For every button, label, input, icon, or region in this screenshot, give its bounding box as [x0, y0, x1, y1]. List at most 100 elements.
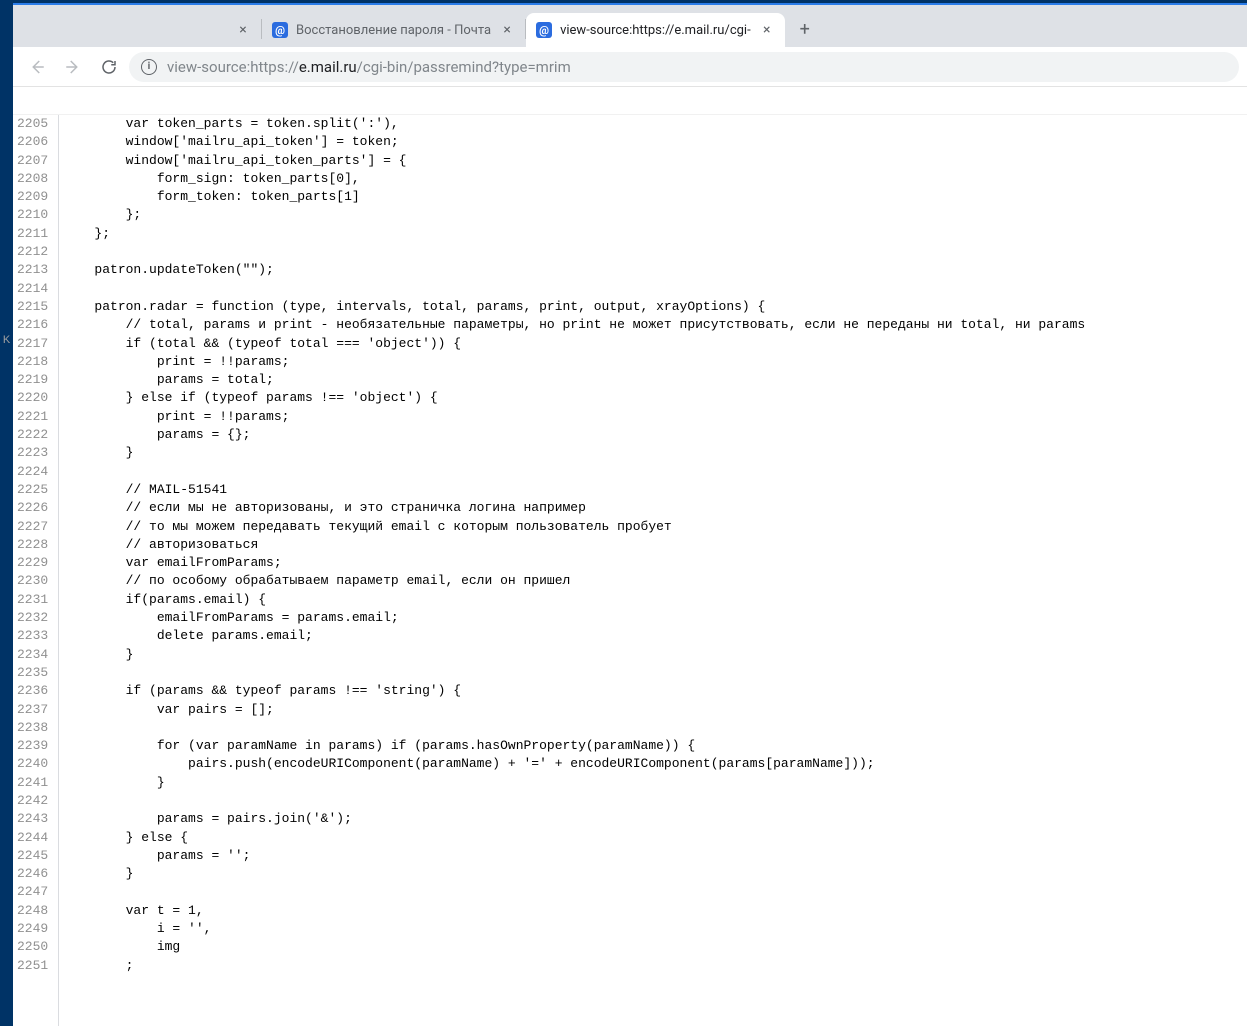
code-line: } else if (typeof params !== 'object') {: [63, 389, 1085, 407]
line-number: 2222: [13, 426, 52, 444]
line-number: 2218: [13, 353, 52, 371]
code-line: window['mailru_api_token_parts'] = {: [63, 152, 1085, 170]
line-number: 2219: [13, 371, 52, 389]
line-number: 2216: [13, 316, 52, 334]
line-number: 2241: [13, 774, 52, 792]
tab-strip: × @ Восстановление пароля - Почта × @ vi…: [13, 5, 1247, 47]
line-number: 2243: [13, 810, 52, 828]
code-line: form_sign: token_parts[0],: [63, 170, 1085, 188]
mail-at-icon: @: [272, 22, 288, 38]
site-info-icon[interactable]: i: [141, 59, 157, 75]
line-number: 2250: [13, 938, 52, 956]
page-content: 2205220622072208220922102211221222132214…: [13, 87, 1247, 1026]
toolbar: i view-source:https://e.mail.ru/cgi-bin/…: [13, 47, 1247, 87]
tab-0[interactable]: ×: [21, 13, 261, 47]
tab-2-favicon: @: [536, 22, 552, 38]
bookmarks-bar: [13, 87, 1247, 115]
forward-button[interactable]: [57, 51, 89, 83]
code-line: [63, 883, 1085, 901]
address-bar[interactable]: i view-source:https://e.mail.ru/cgi-bin/…: [129, 52, 1239, 82]
code-line: emailFromParams = params.email;: [63, 609, 1085, 627]
reload-icon: [100, 58, 118, 76]
code-line: [63, 719, 1085, 737]
line-number: 2242: [13, 792, 52, 810]
line-number: 2208: [13, 170, 52, 188]
code-line: // по особому обрабатываем параметр emai…: [63, 572, 1085, 590]
browser-window: × @ Восстановление пароля - Почта × @ vi…: [13, 3, 1247, 1026]
reload-button[interactable]: [93, 51, 125, 83]
code-line: delete params.email;: [63, 627, 1085, 645]
line-number: 2224: [13, 463, 52, 481]
code-line: var t = 1,: [63, 902, 1085, 920]
left-sidebar-letter: K: [0, 334, 13, 346]
line-number: 2226: [13, 499, 52, 517]
line-number: 2251: [13, 957, 52, 975]
code-line: // авторизоваться: [63, 536, 1085, 554]
code-line: print = !!params;: [63, 353, 1085, 371]
code-line: if(params.email) {: [63, 591, 1085, 609]
code-line: print = !!params;: [63, 408, 1085, 426]
code-line: [63, 280, 1085, 298]
url-text: view-source:https://e.mail.ru/cgi-bin/pa…: [167, 58, 1227, 76]
line-number: 2237: [13, 701, 52, 719]
code-line: patron.radar = function (type, intervals…: [63, 298, 1085, 316]
code-line: };: [63, 206, 1085, 224]
code-line: };: [63, 225, 1085, 243]
code-line: // total, params и print - необязательны…: [63, 316, 1085, 334]
line-number: 2231: [13, 591, 52, 609]
line-number: 2221: [13, 408, 52, 426]
line-number: 2248: [13, 902, 52, 920]
mail-at-icon: @: [536, 22, 552, 38]
line-number: 2244: [13, 829, 52, 847]
tab-2-close-icon[interactable]: ×: [759, 22, 775, 38]
line-number: 2213: [13, 261, 52, 279]
line-number: 2246: [13, 865, 52, 883]
new-tab-button[interactable]: +: [791, 15, 819, 43]
line-number: 2214: [13, 280, 52, 298]
tab-0-favicon: [31, 22, 47, 38]
code-line: // то мы можем передавать текущий email …: [63, 518, 1085, 536]
code-line: img: [63, 938, 1085, 956]
code-line: [63, 463, 1085, 481]
tab-0-close-icon[interactable]: ×: [235, 22, 251, 38]
line-number: 2239: [13, 737, 52, 755]
code-line: for (var paramName in params) if (params…: [63, 737, 1085, 755]
line-number: 2227: [13, 518, 52, 536]
tab-1[interactable]: @ Восстановление пароля - Почта ×: [262, 13, 525, 47]
line-number: 2212: [13, 243, 52, 261]
tab-1-favicon: @: [272, 22, 288, 38]
tab-2[interactable]: @ view-source:https://e.mail.ru/cgi- ×: [526, 13, 785, 47]
code-line: patron.updateToken("");: [63, 261, 1085, 279]
code-line: }: [63, 646, 1085, 664]
url-prefix: view-source:https://: [167, 58, 299, 76]
code-line: if (total && (typeof total === 'object')…: [63, 335, 1085, 353]
line-number: 2223: [13, 444, 52, 462]
line-number: 2206: [13, 133, 52, 151]
line-number: 2245: [13, 847, 52, 865]
line-number: 2207: [13, 152, 52, 170]
code-line: if (params && typeof params !== 'string'…: [63, 682, 1085, 700]
tab-1-title: Восстановление пароля - Почта: [296, 23, 491, 38]
line-number: 2236: [13, 682, 52, 700]
code-line: form_token: token_parts[1]: [63, 188, 1085, 206]
line-number: 2240: [13, 755, 52, 773]
line-number: 2215: [13, 298, 52, 316]
arrow-left-icon: [28, 58, 46, 76]
code-line: i = '',: [63, 920, 1085, 938]
code-line: }: [63, 444, 1085, 462]
line-number: 2234: [13, 646, 52, 664]
line-number: 2247: [13, 883, 52, 901]
code-line: } else {: [63, 829, 1085, 847]
url-host: e.mail.ru: [299, 58, 357, 76]
code-line: }: [63, 774, 1085, 792]
line-number: 2225: [13, 481, 52, 499]
back-button[interactable]: [21, 51, 53, 83]
view-source-area[interactable]: 2205220622072208220922102211221222132214…: [13, 115, 1247, 1026]
line-number-gutter: 2205220622072208220922102211221222132214…: [13, 115, 59, 1026]
code-line: window['mailru_api_token'] = token;: [63, 133, 1085, 151]
line-number: 2210: [13, 206, 52, 224]
tab-1-close-icon[interactable]: ×: [499, 22, 515, 38]
line-number: 2238: [13, 719, 52, 737]
line-number: 2233: [13, 627, 52, 645]
line-number: 2229: [13, 554, 52, 572]
